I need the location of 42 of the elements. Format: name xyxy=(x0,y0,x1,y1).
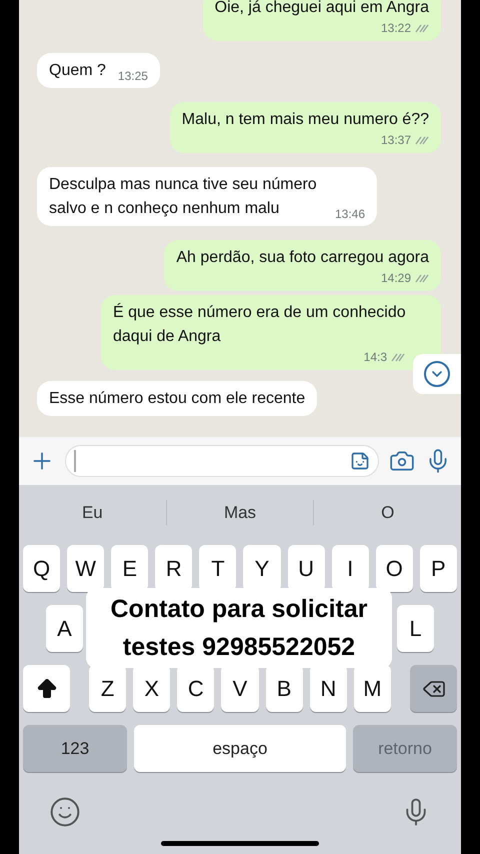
scroll-down-button[interactable] xyxy=(413,354,461,394)
message-time: 13:25 xyxy=(118,68,148,85)
message-time: 14:29 xyxy=(380,270,411,286)
message-time: 13:37 xyxy=(380,132,411,148)
keyboard-key[interactable]: A xyxy=(46,605,83,652)
overlay-caption: Contato para solicitar testes 92985522052 xyxy=(86,588,392,668)
keyboard-key[interactable]: L xyxy=(397,605,434,652)
keyboard-key[interactable]: O xyxy=(376,545,413,592)
double-check-icon xyxy=(391,352,405,362)
keyboard-key[interactable]: B xyxy=(266,665,303,712)
double-check-icon xyxy=(415,23,429,33)
message-text: Esse número estou com ele recente xyxy=(49,389,306,409)
message-text: Quem ? xyxy=(49,61,106,81)
keyboard-key[interactable]: X xyxy=(133,665,170,712)
message-time: 13:22 xyxy=(380,20,411,36)
keyboard-key[interactable]: M xyxy=(354,665,391,712)
message-input-field[interactable] xyxy=(65,445,379,477)
shift-key[interactable] xyxy=(23,665,70,712)
numbers-key[interactable]: 123 xyxy=(23,725,127,772)
word-suggestion[interactable]: Eu xyxy=(82,500,103,526)
keyboard-key[interactable]: C xyxy=(177,665,214,712)
message-text: Malu, n tem mais meu numero é?? xyxy=(182,110,429,130)
keyboard-key[interactable]: V xyxy=(221,665,259,712)
message-text: Ah perdão, sua foto carregou agora xyxy=(176,248,429,268)
message-time: 13:46 xyxy=(334,206,365,223)
word-suggestion[interactable]: O xyxy=(381,500,394,526)
message-time: 14:3 xyxy=(364,349,387,365)
keyboard-key[interactable]: W xyxy=(67,545,104,592)
message-text: Oie, já cheguei aqui em Angra xyxy=(214,0,429,18)
emoji-icon[interactable] xyxy=(49,796,81,828)
keyboard-key[interactable]: P xyxy=(420,545,457,592)
keyboard-key[interactable]: Q xyxy=(23,545,60,592)
backspace-key[interactable] xyxy=(410,665,457,712)
double-check-icon xyxy=(415,135,429,145)
message-text: É que esse número era de um conhecido daqui de Angra xyxy=(113,302,407,347)
message-text: Desculpa mas nunca tive seu número salvo e n conheço nenhum malu xyxy=(49,175,318,219)
keyboard-key[interactable]: N xyxy=(310,665,347,712)
keyboard-key[interactable]: Z xyxy=(89,665,126,712)
double-check-icon xyxy=(415,273,429,283)
word-suggestion[interactable]: Mas xyxy=(224,500,256,526)
sticker-icon[interactable] xyxy=(350,451,370,471)
space-key[interactable]: espaço xyxy=(134,725,346,772)
